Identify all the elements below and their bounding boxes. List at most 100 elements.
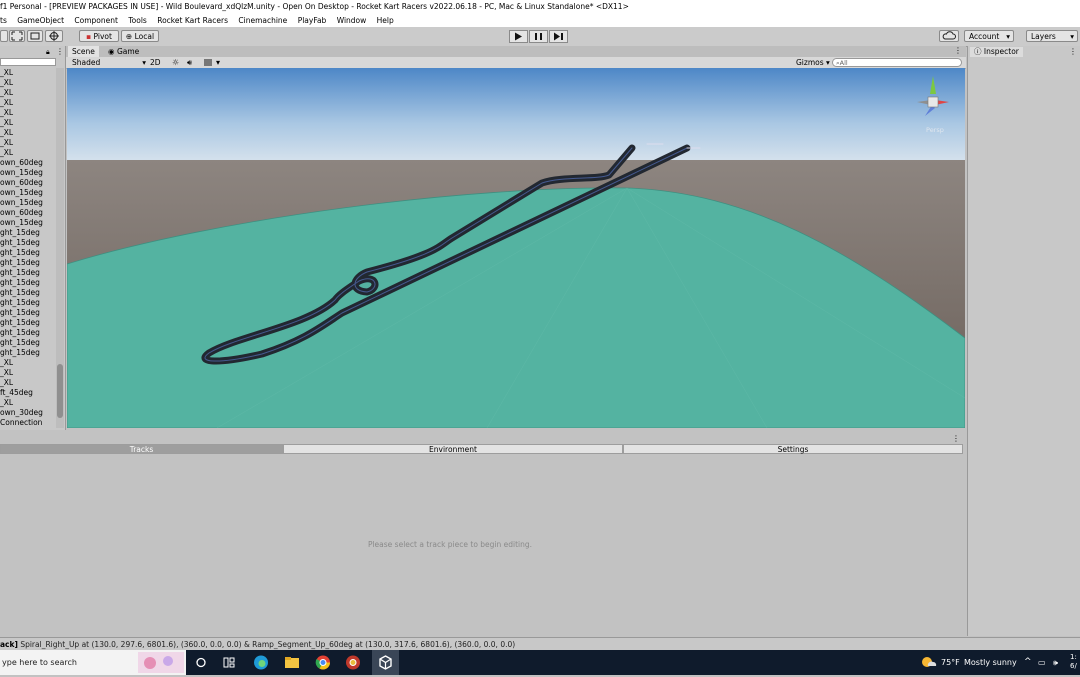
hierarchy-item[interactable]: ght_15deg xyxy=(0,348,56,358)
tab-environment[interactable]: Environment xyxy=(283,444,623,454)
hierarchy-item[interactable]: Connection xyxy=(0,418,56,428)
local-toggle-button[interactable]: ⊕ Local xyxy=(121,30,159,42)
tab-settings[interactable]: Settings xyxy=(623,444,963,454)
hierarchy-item[interactable]: own_15deg xyxy=(0,168,56,178)
hierarchy-item[interactable]: ght_15deg xyxy=(0,338,56,348)
persp-label[interactable]: Persp xyxy=(926,126,944,134)
menu-help[interactable]: Help xyxy=(377,16,394,25)
hierarchy-item[interactable]: ght_15deg xyxy=(0,248,56,258)
hierarchy-item[interactable]: ght_15deg xyxy=(0,278,56,288)
hierarchy-item[interactable]: own_60deg xyxy=(0,158,56,168)
hierarchy-item[interactable]: _XL xyxy=(0,88,56,98)
hierarchy-item[interactable]: own_30deg xyxy=(0,408,56,418)
hierarchy-item[interactable]: own_60deg xyxy=(0,208,56,218)
cloud-button[interactable] xyxy=(939,30,959,42)
widgets-icon[interactable] xyxy=(220,654,238,671)
hierarchy-item[interactable]: _XL xyxy=(0,78,56,88)
panel-menu-icon[interactable]: ⋮ xyxy=(954,46,962,55)
pause-button[interactable] xyxy=(529,30,548,43)
taskbar-search-box[interactable]: ype here to search xyxy=(0,650,186,675)
rect-transform-tool-button[interactable] xyxy=(27,30,43,42)
scene-viewport[interactable]: Persp xyxy=(67,68,965,428)
weather-description[interactable]: Mostly sunny xyxy=(964,650,1017,675)
hierarchy-item[interactable]: _XL xyxy=(0,118,56,128)
hierarchy-item[interactable]: _XL xyxy=(0,368,56,378)
hierarchy-item[interactable]: _XL xyxy=(0,148,56,158)
menu-gameobject[interactable]: GameObject xyxy=(17,16,64,25)
weather-sunny-icon[interactable] xyxy=(920,654,938,671)
panel-menu-icon[interactable]: ⋮ xyxy=(952,434,960,443)
scene-search-input[interactable]: ⌕All xyxy=(832,58,962,67)
hierarchy-item[interactable]: own_15deg xyxy=(0,218,56,228)
tab-game[interactable]: ◉ Game xyxy=(104,46,143,57)
hierarchy-item[interactable]: own_60deg xyxy=(0,178,56,188)
hierarchy-item[interactable]: _XL xyxy=(0,398,56,408)
console-status-bar[interactable]: ack] Spiral_Right_Up at (130.0, 297.6, 6… xyxy=(0,637,1080,651)
hierarchy-item[interactable]: own_15deg xyxy=(0,198,56,208)
menu-tools[interactable]: Tools xyxy=(128,16,146,25)
hierarchy-item[interactable]: ght_15deg xyxy=(0,268,56,278)
task-view-icon[interactable] xyxy=(192,654,210,671)
hierarchy-item[interactable]: ght_15deg xyxy=(0,258,56,268)
audio-icon[interactable]: 🔊︎ xyxy=(187,57,192,68)
chrome-profile-icon[interactable] xyxy=(344,654,362,671)
hierarchy-item[interactable]: _XL xyxy=(0,128,56,138)
hierarchy-item[interactable]: _XL xyxy=(0,108,56,118)
hierarchy-item[interactable]: ght_15deg xyxy=(0,308,56,318)
hierarchy-item[interactable]: ght_15deg xyxy=(0,238,56,248)
gizmos-dropdown[interactable]: Gizmos ▾ xyxy=(796,57,830,68)
scrollbar-thumb[interactable] xyxy=(57,364,63,418)
menu-cinemachine[interactable]: Cinemachine xyxy=(238,16,287,25)
hierarchy-item[interactable]: ght_15deg xyxy=(0,288,56,298)
hierarchy-item[interactable]: _XL xyxy=(0,378,56,388)
step-button[interactable] xyxy=(549,30,568,43)
tab-inspector[interactable]: ⓘ Inspector xyxy=(970,47,1023,57)
network-icon[interactable]: ▭ xyxy=(1038,650,1046,675)
play-button[interactable] xyxy=(509,30,528,43)
hierarchy-item[interactable]: ght_15deg xyxy=(0,328,56,338)
pivot-toggle-button[interactable]: ▪ Pivot xyxy=(79,30,119,42)
edge-browser-icon[interactable] xyxy=(252,654,270,671)
weather-temperature[interactable]: 75°F xyxy=(941,650,960,675)
rect-tool-button[interactable] xyxy=(0,30,8,42)
chevron-down-icon[interactable]: ▾ xyxy=(216,57,220,68)
effects-icon[interactable] xyxy=(204,59,212,66)
chrome-icon[interactable] xyxy=(314,654,332,671)
hierarchy-search-input[interactable] xyxy=(0,58,56,66)
menu-assets[interactable]: ts xyxy=(0,16,7,25)
orientation-gizmo[interactable] xyxy=(913,72,959,132)
file-explorer-icon[interactable] xyxy=(283,654,301,671)
2d-toggle-button[interactable]: 2D xyxy=(150,57,161,68)
menu-playfab[interactable]: PlayFab xyxy=(298,16,327,25)
scale-tool-button[interactable] xyxy=(9,30,25,42)
chevron-up-icon[interactable]: ^ xyxy=(1024,650,1032,675)
hierarchy-item[interactable]: _XL xyxy=(0,358,56,368)
menu-component[interactable]: Component xyxy=(74,16,118,25)
tab-tracks[interactable]: Tracks xyxy=(0,444,283,454)
tab-scene[interactable]: Scene xyxy=(68,46,99,57)
custom-tool-button[interactable] xyxy=(45,30,63,42)
hierarchy-item[interactable]: ght_15deg xyxy=(0,318,56,328)
menu-window[interactable]: Window xyxy=(337,16,367,25)
gizmos-label: Gizmos xyxy=(796,58,824,67)
panel-menu-icon[interactable]: ⋮ xyxy=(1069,47,1077,56)
hierarchy-item[interactable]: _XL xyxy=(0,68,56,78)
system-clock[interactable]: 1: 6/ xyxy=(1070,653,1077,671)
menu-rocket-kart-racers[interactable]: Rocket Kart Racers xyxy=(157,16,228,25)
account-dropdown[interactable]: Account ▾ xyxy=(964,30,1014,42)
hierarchy-item[interactable]: ght_15deg xyxy=(0,298,56,308)
hierarchy-scrollbar[interactable] xyxy=(56,68,64,428)
lock-icon[interactable]: 🔒︎ xyxy=(46,48,50,57)
hierarchy-item[interactable]: _XL xyxy=(0,138,56,148)
shading-mode-dropdown[interactable]: Shaded ▾ xyxy=(72,57,146,68)
hierarchy-item[interactable]: _XL xyxy=(0,98,56,108)
search-placeholder: All xyxy=(839,59,848,67)
unity-taskbar-button[interactable] xyxy=(372,650,399,675)
hierarchy-item[interactable]: ght_15deg xyxy=(0,228,56,238)
layers-dropdown[interactable]: Layers ▾ xyxy=(1026,30,1078,42)
lighting-icon[interactable]: ☼ xyxy=(172,57,179,68)
panel-menu-icon[interactable]: ⋮ xyxy=(56,47,64,56)
volume-icon[interactable]: 🕪︎ xyxy=(1053,650,1058,675)
hierarchy-item[interactable]: own_15deg xyxy=(0,188,56,198)
hierarchy-item[interactable]: ft_45deg xyxy=(0,388,56,398)
